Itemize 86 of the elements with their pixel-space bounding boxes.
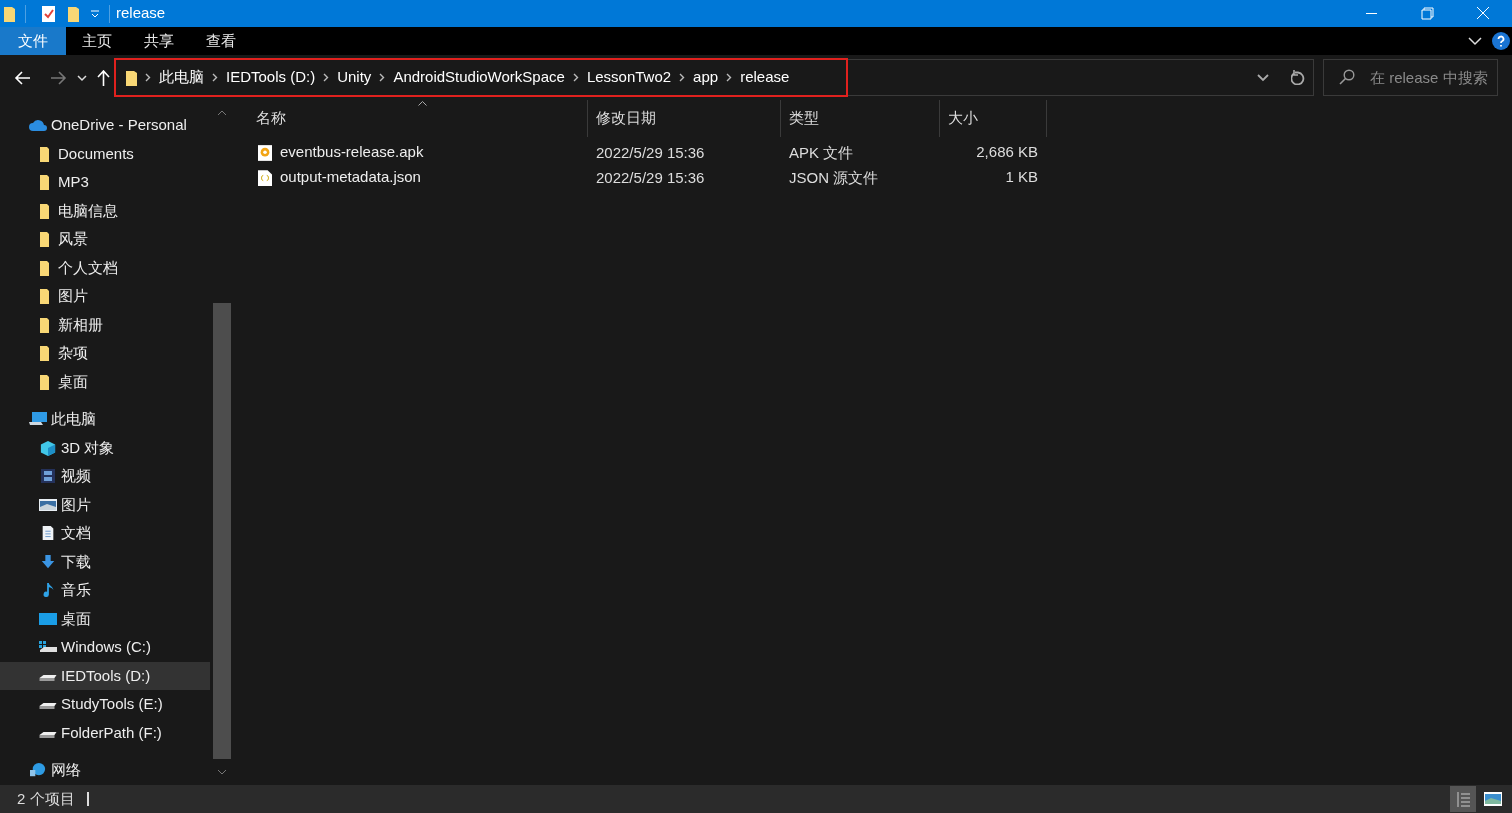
search-icon — [1339, 69, 1355, 85]
new-folder-icon[interactable] — [68, 5, 79, 22]
breadcrumb-item[interactable]: IEDTools (D:) — [226, 66, 316, 89]
nav-item[interactable]: 下载 — [0, 547, 210, 576]
nav-item[interactable]: FolderPath (F:) — [0, 718, 210, 747]
chevron-icon[interactable] — [212, 73, 218, 82]
modified-date: 2022/5/29 15:36 — [596, 168, 705, 186]
item-count: 2 个项目 — [17, 788, 75, 809]
nav-item[interactable]: IEDTools (D:) — [0, 661, 210, 690]
scroll-down-icon[interactable] — [217, 769, 227, 775]
nav-item[interactable]: 此电脑 — [0, 405, 210, 434]
breadcrumb-item[interactable]: 此电脑 — [159, 66, 204, 89]
column-header[interactable]: 名称 — [248, 100, 588, 137]
ribbon-tab[interactable]: 查看 — [190, 27, 252, 55]
chevron-icon[interactable] — [726, 73, 733, 82]
nav-item[interactable]: 音乐 — [0, 576, 210, 605]
folder-icon[interactable] — [4, 5, 15, 22]
breadcrumb-item[interactable]: LessonTwo2 — [586, 66, 672, 89]
refresh-icon[interactable] — [1291, 70, 1305, 85]
up-icon[interactable] — [97, 69, 110, 86]
nav-item[interactable]: 文档 — [0, 519, 210, 548]
nav-item[interactable]: 网络 — [0, 756, 210, 785]
properties-icon[interactable] — [42, 5, 55, 22]
picture-icon — [38, 496, 58, 513]
nav-item[interactable]: OneDrive - Personal — [0, 111, 210, 140]
column-header[interactable]: 大小 — [940, 100, 1047, 137]
chevron-icon[interactable] — [679, 73, 686, 82]
breadcrumb-item[interactable]: app — [693, 66, 719, 89]
nav-item[interactable]: 图片 — [0, 490, 210, 519]
file-type: JSON 源文件 — [789, 168, 879, 186]
cube-icon — [38, 439, 58, 456]
modified-date: 2022/5/29 15:36 — [596, 143, 705, 161]
chevron-icon[interactable] — [323, 73, 330, 82]
nav-item[interactable]: 视频 — [0, 462, 210, 491]
scroll-thumb[interactable] — [213, 303, 231, 759]
folder-icon — [126, 69, 137, 86]
ribbon-tab[interactable]: 共享 — [128, 27, 190, 55]
window-title: release — [116, 3, 166, 24]
recent-caret-icon[interactable] — [77, 73, 87, 82]
nav-item[interactable]: Documents — [0, 139, 210, 168]
package-file-icon — [258, 144, 272, 161]
large-icons-view-icon[interactable] — [1484, 792, 1502, 806]
nav-item[interactable]: Windows (C:) — [0, 633, 210, 662]
nav-item[interactable]: 个人文档 — [0, 253, 210, 282]
expand-ribbon-icon[interactable] — [1468, 36, 1482, 46]
column-header[interactable]: 类型 — [781, 100, 940, 137]
nav-item[interactable]: MP3 — [0, 168, 210, 197]
back-icon[interactable] — [14, 70, 31, 85]
chevron-icon[interactable] — [572, 73, 579, 82]
file-name[interactable]: output-metadata.json — [280, 166, 421, 189]
forward-icon[interactable] — [50, 70, 67, 85]
nav-item[interactable]: 桌面 — [0, 604, 210, 633]
file-size: 1 KB — [1005, 167, 1038, 188]
breadcrumb-item[interactable]: Unity — [337, 66, 372, 89]
column-header[interactable]: 修改日期 — [588, 100, 781, 137]
history-caret-icon[interactable] — [1257, 73, 1269, 82]
file-size: 2,686 KB — [976, 142, 1038, 163]
computer-icon — [28, 411, 48, 428]
drive-icon — [38, 673, 58, 682]
help-icon[interactable] — [1492, 32, 1510, 50]
file-name[interactable]: eventbus-release.apk — [280, 141, 424, 164]
drive-icon — [38, 730, 58, 739]
nav-item[interactable]: 新相册 — [0, 310, 210, 339]
ribbon-tab[interactable]: 文件 — [0, 27, 66, 55]
film-icon — [38, 468, 58, 485]
chevron-icon[interactable] — [379, 73, 386, 82]
search-field[interactable]: 在 release 中搜索 — [1323, 59, 1498, 96]
drive-icon — [38, 702, 58, 711]
breadcrumb-item[interactable]: release — [740, 66, 790, 89]
nav-item[interactable]: 杂项 — [0, 339, 210, 368]
file-type: APK 文件 — [789, 143, 854, 161]
nav-item[interactable]: StudyTools (E:) — [0, 690, 210, 719]
chevron-icon[interactable] — [145, 73, 151, 82]
nav-item[interactable]: 3D 对象 — [0, 433, 210, 462]
scroll-up-icon[interactable] — [217, 110, 227, 116]
breadcrumb-item[interactable]: AndroidStudioWorkSpace — [393, 66, 565, 89]
nav-item[interactable]: 桌面 — [0, 367, 210, 396]
desktop-icon — [38, 610, 58, 627]
nav-item[interactable]: 电脑信息 — [0, 196, 210, 225]
nav-item[interactable]: 图片 — [0, 282, 210, 311]
nav-item[interactable]: 风景 — [0, 225, 210, 254]
ribbon-tab[interactable]: 主页 — [66, 27, 128, 55]
cloud-icon — [28, 117, 48, 134]
caret-icon[interactable] — [91, 9, 99, 18]
address-bar[interactable]: 此电脑 IEDTools (D:) Unity AndroidStudioWorkSpace LessonTwo2 app release — [115, 59, 1314, 96]
json-file-icon — [258, 169, 272, 186]
